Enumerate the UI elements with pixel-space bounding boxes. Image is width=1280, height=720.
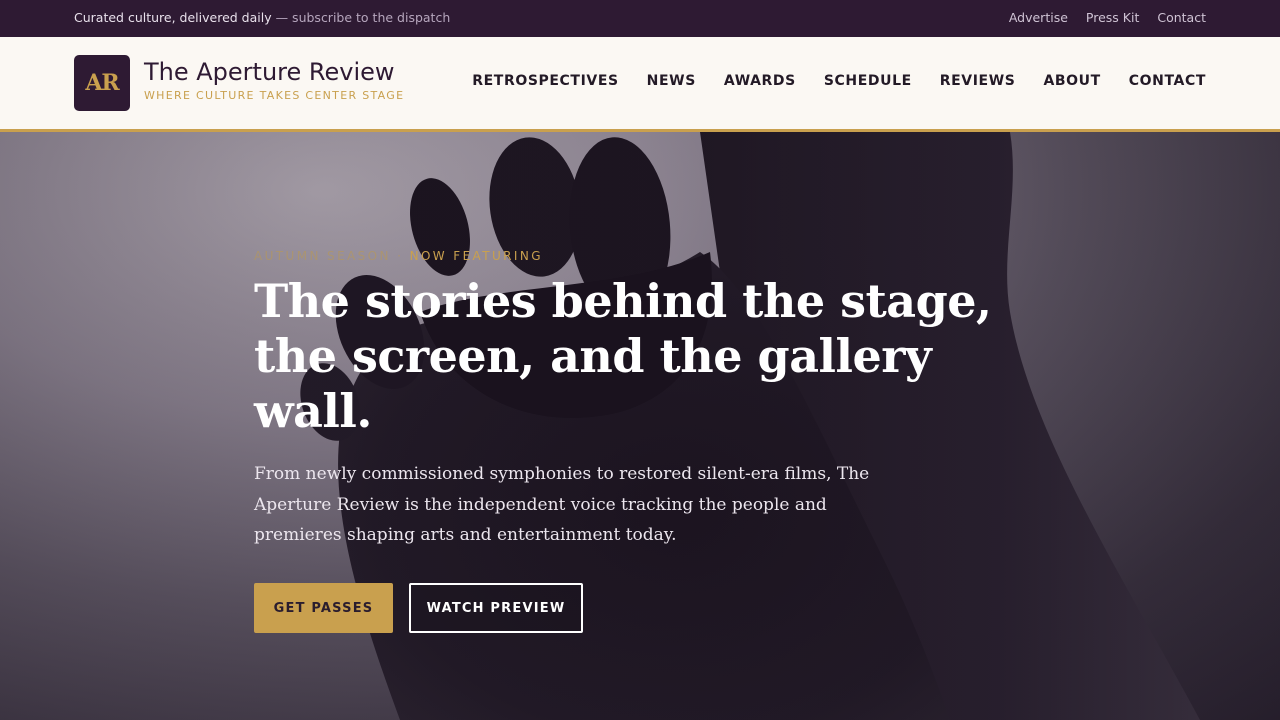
get-passes-button[interactable]: GET PASSES [254,583,393,633]
topbar-tagline: Curated culture, delivered daily — subsc… [74,10,450,25]
eyebrow-featuring: NOW FEATURING [409,249,543,263]
watch-preview-button[interactable]: WATCH PREVIEW [409,583,583,633]
nav-awards[interactable]: AWARDS [724,73,796,89]
eyebrow-season: AUTUMN SEASON [254,249,391,263]
eyebrow-separator: · [390,249,410,263]
nav-contact[interactable]: CONTACT [1129,73,1206,89]
subscribe-link[interactable]: — subscribe to the dispatch [272,10,451,25]
nav-news[interactable]: NEWS [647,73,696,89]
main-nav: RETROSPECTIVES NEWS AWARDS SCHEDULE REVI… [472,73,1206,89]
hero-headline: The stories behind the stage, the screen… [254,274,992,438]
hero-eyebrow: AUTUMN SEASON · NOW FEATURING [254,249,543,263]
nav-retrospectives[interactable]: RETROSPECTIVES [472,73,618,89]
brand-tagline: WHERE CULTURE TAKES CENTER STAGE [144,89,405,102]
hero-lede: From newly commissioned symphonies to re… [254,464,870,545]
nav-schedule[interactable]: SCHEDULE [824,73,912,89]
nav-about[interactable]: ABOUT [1043,73,1100,89]
advertise-link[interactable]: Advertise [1009,10,1068,25]
press-kit-link[interactable]: Press Kit [1086,10,1139,25]
brand-name[interactable]: The Aperture Review [144,58,395,86]
logo-badge[interactable]: AR [74,55,130,111]
hero-section: AUTUMN SEASON · NOW FEATURING The storie… [0,132,1280,720]
top-bar: Curated culture, delivered daily — subsc… [0,0,1280,37]
site-header: AR The Aperture Review WHERE CULTURE TAK… [0,37,1280,132]
topbar-links: Advertise Press Kit Contact [1009,10,1206,25]
nav-reviews[interactable]: REVIEWS [940,73,1016,89]
topbar-tagline-text: Curated culture, delivered daily [74,10,272,25]
topbar-contact-link[interactable]: Contact [1157,10,1206,25]
